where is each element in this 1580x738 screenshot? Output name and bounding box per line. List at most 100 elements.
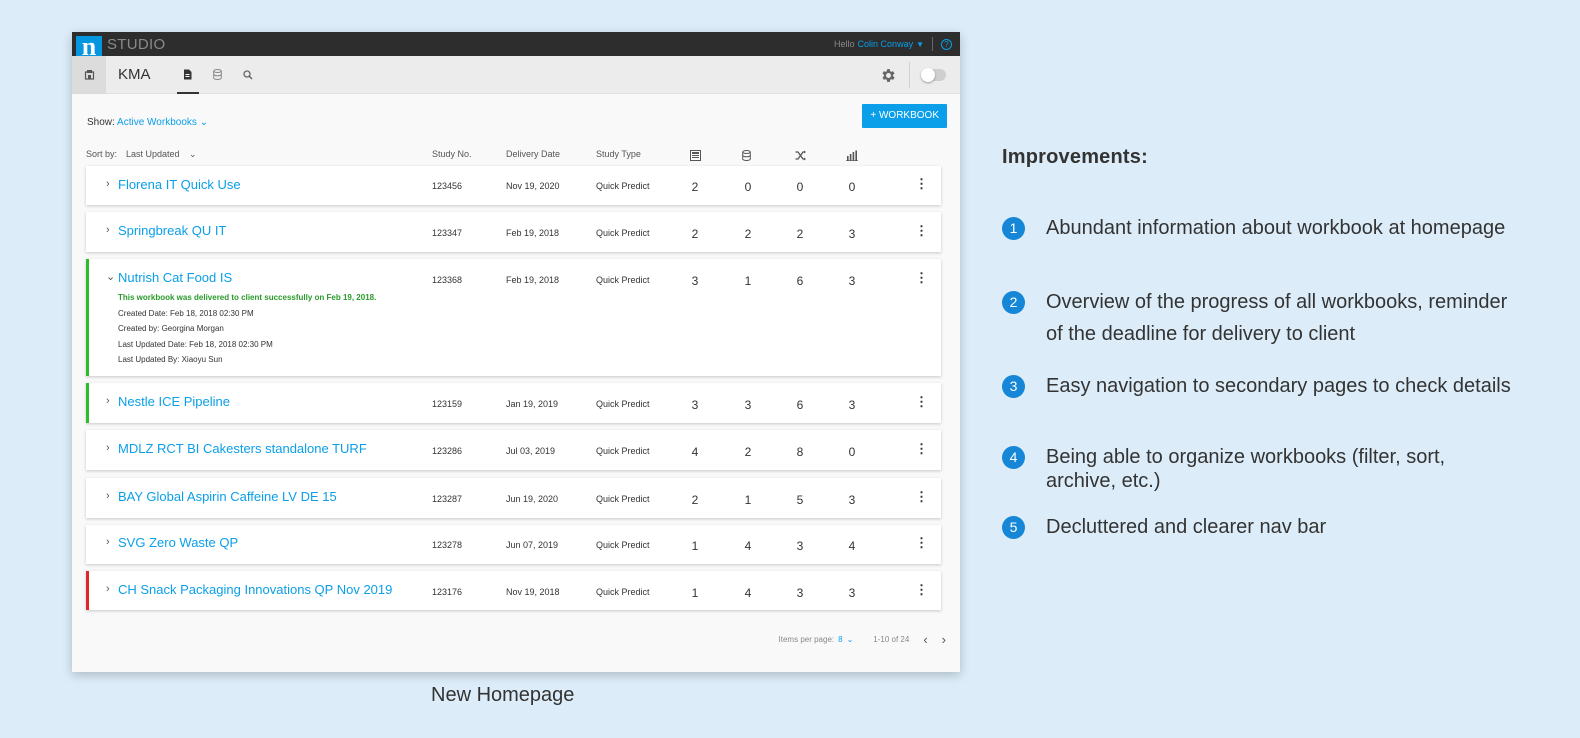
nav-bar-right <box>880 56 946 94</box>
workbook-row-expanded[interactable]: ⌄ Nutrish Cat Food IS 123368 Feb 19, 201… <box>86 259 941 376</box>
count-shuffle: 6 <box>796 274 804 288</box>
bar-chart-icon[interactable] <box>846 150 858 161</box>
workbook-row[interactable]: › BAY Global Aspirin Caffeine LV DE 15 1… <box>86 478 941 518</box>
workbook-row[interactable]: › MDLZ RCT BI Cakesters standalone TURF … <box>86 430 941 470</box>
chevron-right-icon[interactable]: › <box>106 490 110 502</box>
more-vert-icon[interactable]: ⋮ <box>915 224 928 237</box>
more-vert-icon[interactable]: ⋮ <box>915 442 928 455</box>
count-layers: 2 <box>691 493 699 507</box>
home-button[interactable] <box>72 55 106 94</box>
user-area: Hello Colin Conway ▼ ? <box>834 32 952 56</box>
database-icon[interactable] <box>742 150 751 161</box>
header-delivery-date[interactable]: Delivery Date <box>506 149 560 159</box>
number-badge: 5 <box>1002 516 1025 539</box>
count-charts: 3 <box>848 586 856 600</box>
prev-page-icon[interactable]: ‹ <box>923 632 927 647</box>
workbook-name-link[interactable]: MDLZ RCT BI Cakesters standalone TURF <box>118 441 367 456</box>
table-header: Sort by: Last Updated ⌄ Study No. Delive… <box>86 149 941 163</box>
workbook-name-link[interactable]: CH Snack Packaging Innovations QP Nov 20… <box>118 582 392 597</box>
created-by: Created by: Georgina Morgan <box>118 324 224 333</box>
workbook-name-link[interactable]: SVG Zero Waste QP <box>118 535 238 550</box>
chevron-right-icon[interactable]: › <box>106 178 110 190</box>
study-type: Quick Predict <box>596 494 650 504</box>
chevron-right-icon[interactable]: › <box>106 224 110 236</box>
delivery-date: Jun 19, 2020 <box>506 494 559 504</box>
more-vert-icon[interactable]: ⋮ <box>915 395 928 408</box>
count-database: 4 <box>744 586 752 600</box>
show-filter-dropdown[interactable]: Active Workbooks <box>117 117 197 128</box>
items-per-page-select[interactable]: 8 <box>838 635 842 644</box>
workbook-row[interactable]: › SVG Zero Waste QP 123278 Jun 07, 2019 … <box>86 525 941 564</box>
count-shuffle: 2 <box>796 227 804 241</box>
improvement-text: Abundant information about workbook at h… <box>1046 217 1506 239</box>
workbook-name-link[interactable]: BAY Global Aspirin Caffeine LV DE 15 <box>118 489 337 504</box>
delivery-date: Jul 03, 2019 <box>506 446 556 456</box>
workbook-name-link[interactable]: Nestle ICE Pipeline <box>118 394 230 409</box>
last-updated-by: Last Updated By: Xiaoyu Sun <box>118 355 223 364</box>
study-no: 123287 <box>432 494 463 504</box>
count-shuffle: 6 <box>796 398 804 412</box>
count-database: 1 <box>744 274 752 288</box>
delivery-date: Jun 07, 2019 <box>506 540 559 550</box>
delivery-date: Nov 19, 2020 <box>506 181 560 191</box>
count-database: 2 <box>744 227 752 241</box>
tab-search[interactable] <box>233 56 263 94</box>
study-no: 123278 <box>432 540 463 550</box>
chevron-right-icon[interactable]: › <box>106 536 110 548</box>
chevron-down-icon[interactable]: ⌄ <box>106 270 115 283</box>
workbook-row[interactable]: › Springbreak QU IT 123347 Feb 19, 2018 … <box>86 212 941 252</box>
study-no: 123456 <box>432 181 463 191</box>
chevron-right-icon[interactable]: › <box>106 395 110 407</box>
workbook-row[interactable]: › Nestle ICE Pipeline 123159 Jan 19, 201… <box>86 383 941 423</box>
next-page-icon[interactable]: › <box>942 632 946 647</box>
tab-database[interactable] <box>203 56 233 94</box>
header-study-type[interactable]: Study Type <box>596 149 641 159</box>
workbook-name-link[interactable]: Springbreak QU IT <box>118 223 226 238</box>
header-study-no[interactable]: Study No. <box>432 149 472 159</box>
layers-icon[interactable] <box>690 150 701 161</box>
study-no: 123368 <box>432 275 463 285</box>
more-vert-icon[interactable]: ⋮ <box>915 271 928 284</box>
sort-dropdown[interactable]: Last Updated <box>126 149 180 159</box>
top-bar: n STUDIO Hello Colin Conway ▼ ? <box>72 32 960 62</box>
show-label: Show: <box>87 117 115 128</box>
count-shuffle: 5 <box>796 493 804 507</box>
chevron-down-icon[interactable]: ⌄ <box>847 635 854 644</box>
count-database: 0 <box>744 180 752 194</box>
add-workbook-button[interactable]: + WORKBOOK <box>862 104 947 128</box>
workbook-name-link[interactable]: Nutrish Cat Food IS <box>118 270 232 285</box>
more-vert-icon[interactable]: ⋮ <box>915 583 928 596</box>
count-shuffle: 3 <box>796 586 804 600</box>
study-no: 123347 <box>432 228 463 238</box>
chevron-right-icon[interactable]: › <box>106 442 110 454</box>
study-type: Quick Predict <box>596 228 650 238</box>
more-vert-icon[interactable]: ⋮ <box>915 536 928 549</box>
shuffle-icon[interactable] <box>795 150 806 161</box>
database-icon <box>213 69 222 80</box>
improvement-text: Overview of the progress of all workbook… <box>1046 291 1508 345</box>
workbook-row[interactable]: › CH Snack Packaging Innovations QP Nov … <box>86 571 941 610</box>
user-menu-button[interactable]: Colin Conway <box>858 39 914 49</box>
count-charts: 3 <box>848 493 856 507</box>
workbook-row[interactable]: › Florena IT Quick Use 123456 Nov 19, 20… <box>86 166 941 205</box>
divider <box>909 62 910 88</box>
chevron-down-icon[interactable]: ⌄ <box>200 117 208 128</box>
view-toggle-switch[interactable] <box>921 68 946 82</box>
count-layers: 2 <box>691 180 699 194</box>
delivery-status-message: This workbook was delivered to client su… <box>118 293 377 302</box>
more-vert-icon[interactable]: ⋮ <box>915 177 928 190</box>
improvements-title: Improvements: <box>1002 146 1148 168</box>
workbook-name-link[interactable]: Florena IT Quick Use <box>118 177 241 192</box>
help-icon[interactable]: ? <box>941 38 952 50</box>
chevron-right-icon[interactable]: › <box>106 583 110 595</box>
more-vert-icon[interactable]: ⋮ <box>915 490 928 503</box>
items-per-page-label: Items per page: <box>778 635 835 644</box>
count-shuffle: 3 <box>796 539 804 553</box>
count-shuffle: 8 <box>796 445 804 459</box>
caret-down-icon[interactable]: ▼ <box>916 40 924 49</box>
count-layers: 3 <box>691 398 699 412</box>
home-icon <box>84 70 94 80</box>
gear-icon[interactable] <box>880 67 897 84</box>
tab-workbooks[interactable] <box>173 56 203 94</box>
chevron-down-icon[interactable]: ⌄ <box>189 149 197 160</box>
